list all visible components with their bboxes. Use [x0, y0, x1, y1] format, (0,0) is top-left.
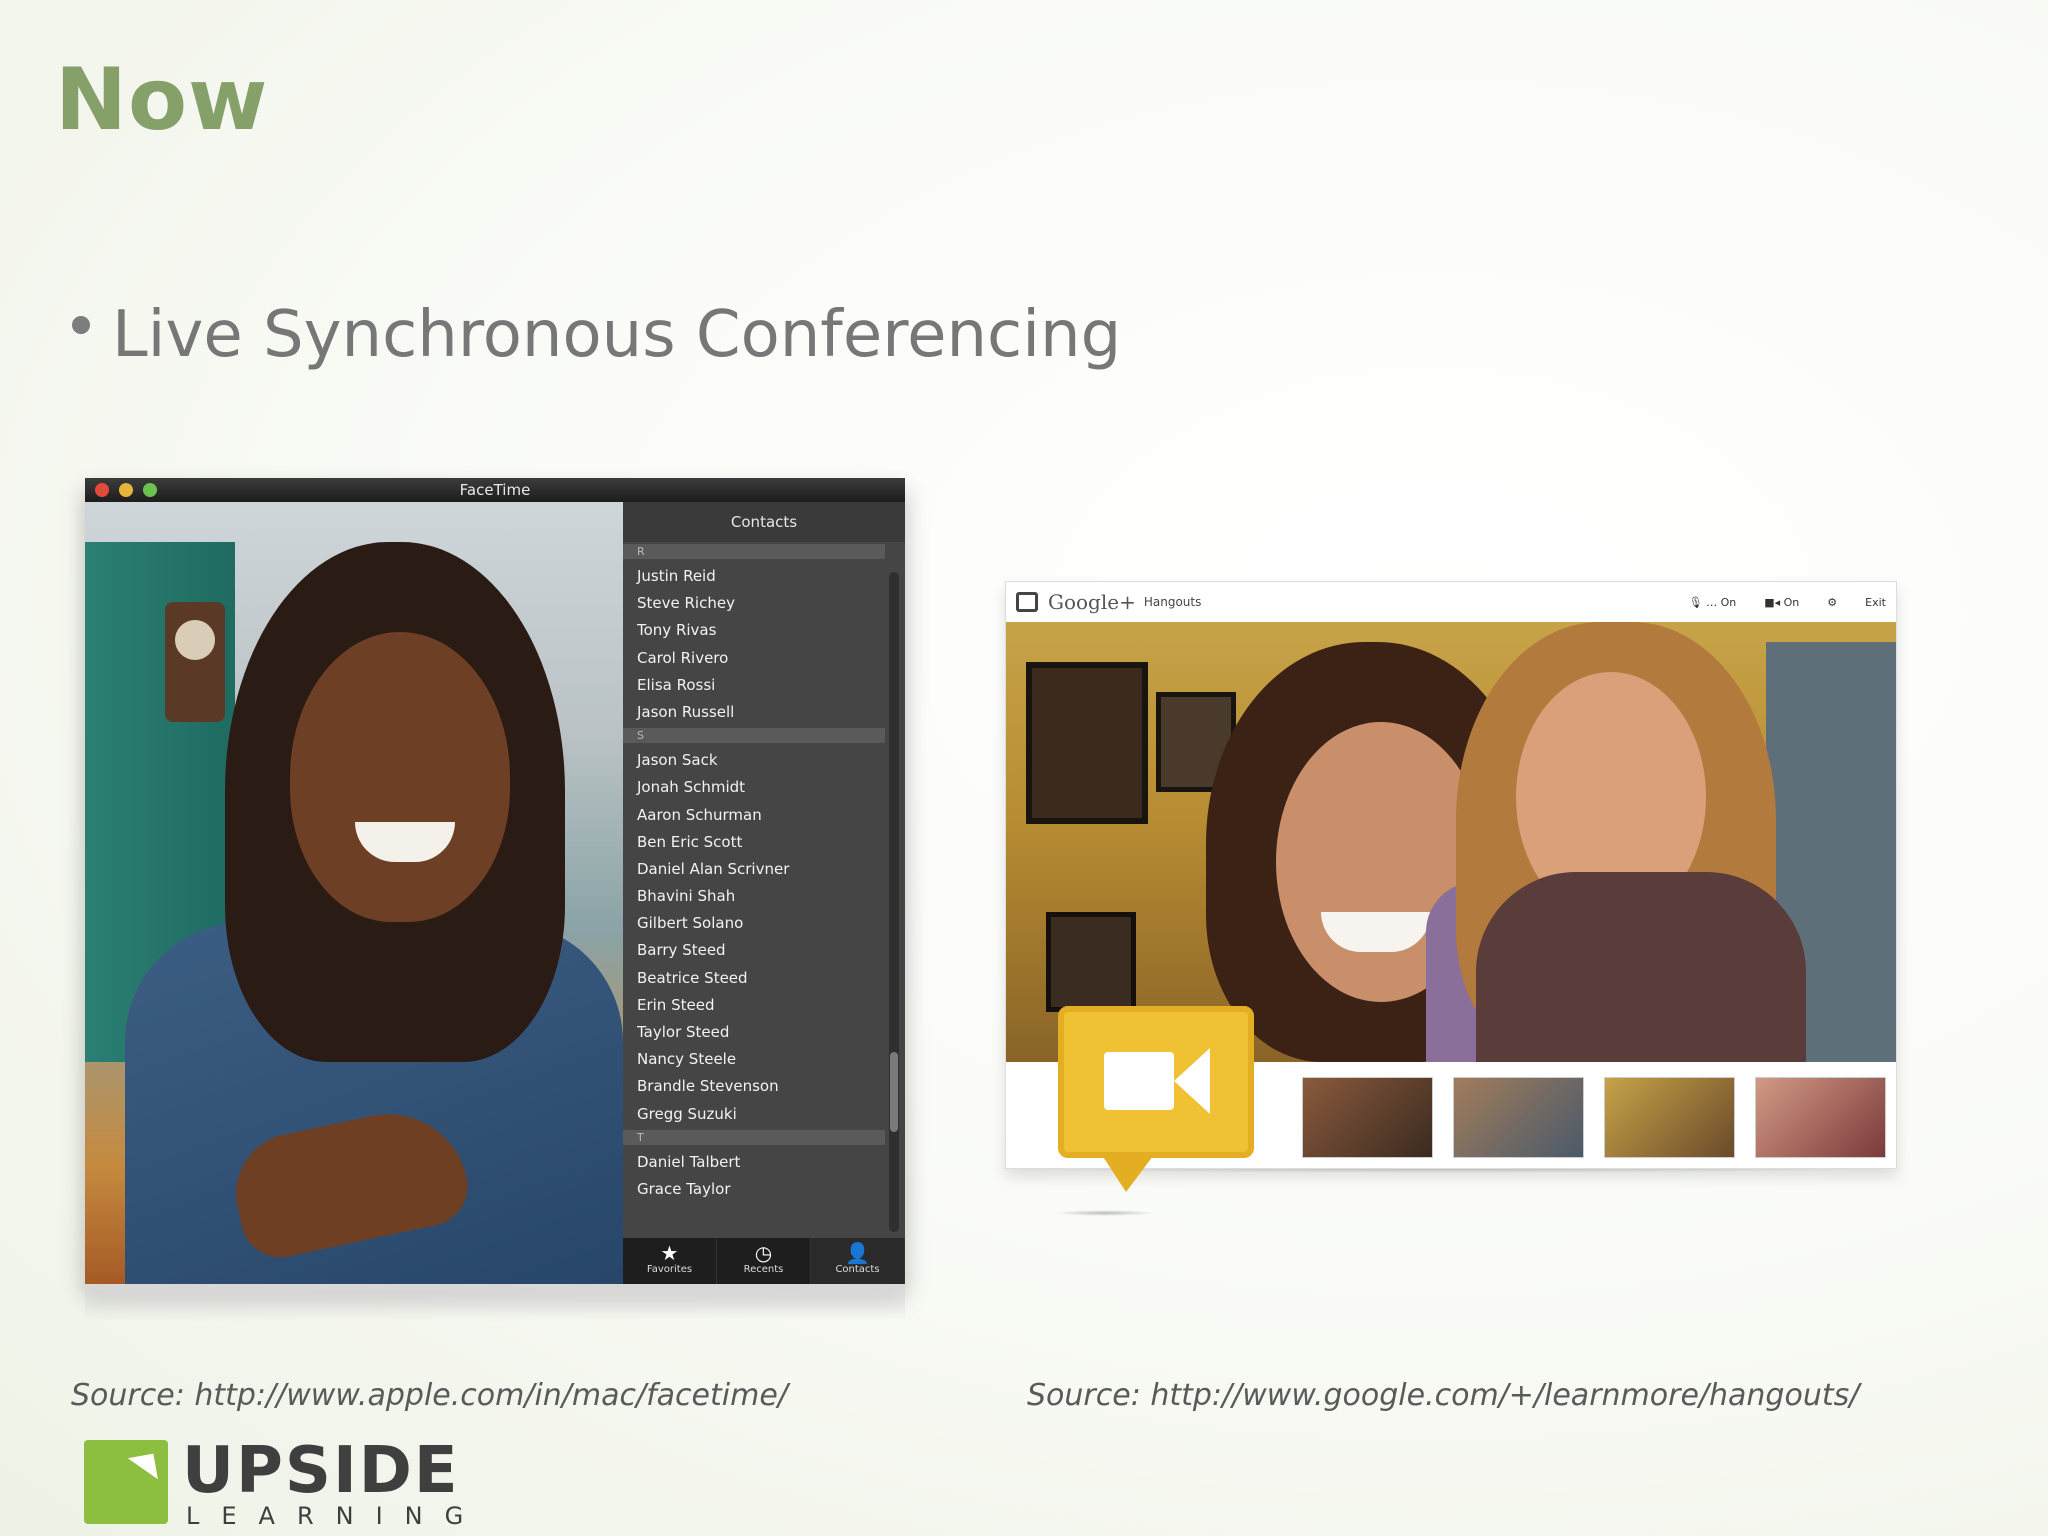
- clock-icon: ◷: [754, 1241, 773, 1265]
- zoom-window-icon: [143, 483, 157, 497]
- contact-item[interactable]: Nancy Steele: [623, 1046, 885, 1073]
- star-icon: ★: [660, 1241, 679, 1265]
- contact-item[interactable]: Barry Steed: [623, 937, 885, 964]
- contact-item[interactable]: Carol Rivero: [623, 645, 885, 672]
- contact-item[interactable]: Erin Steed: [623, 992, 885, 1019]
- facetime-tab-bar: ★ Favorites ◷ Recents 👤 Contacts: [623, 1238, 905, 1284]
- contact-item[interactable]: Gregg Suzuki: [623, 1101, 885, 1128]
- contacts-scrollbar[interactable]: [889, 572, 899, 1232]
- participant-thumbnails: [1302, 1077, 1886, 1158]
- contact-item[interactable]: Brandle Stevenson: [623, 1073, 885, 1100]
- upside-logo-mark-icon: [84, 1440, 168, 1524]
- tab-favorites[interactable]: ★ Favorites: [623, 1238, 717, 1284]
- bullet-dot: [72, 316, 90, 334]
- video-camera-lens-icon: [1174, 1048, 1210, 1114]
- contact-item[interactable]: Justin Reid: [623, 563, 885, 590]
- contact-item[interactable]: Daniel Alan Scrivner: [623, 856, 885, 883]
- contact-item[interactable]: Ben Eric Scott: [623, 829, 885, 856]
- video-camera-icon: [1104, 1052, 1174, 1110]
- hangouts-window: Google+ Hangouts 🎙 … On ■◂ On ⚙ Exit: [1005, 581, 1897, 1192]
- contact-item[interactable]: Aaron Schurman: [623, 802, 885, 829]
- window-controls: [95, 483, 157, 497]
- mic-label: On: [1720, 595, 1737, 609]
- facetime-video-feed: [85, 502, 623, 1284]
- source-hangouts: Source: http://www.google.com/+/learnmor…: [1027, 1378, 1860, 1413]
- facetime-title: FaceTime: [459, 481, 531, 499]
- hangouts-header: Google+ Hangouts 🎙 … On ■◂ On ⚙ Exit: [1006, 582, 1896, 623]
- contact-item[interactable]: Bhavini Shah: [623, 883, 885, 910]
- gear-icon: ⚙: [1827, 595, 1838, 609]
- bubble-shadow: [1055, 1210, 1155, 1216]
- facetime-titlebar: FaceTime: [85, 478, 905, 502]
- scrollbar-thumb[interactable]: [890, 1052, 898, 1132]
- person-icon: 👤: [845, 1241, 870, 1265]
- tab-label: Contacts: [835, 1264, 880, 1275]
- participant-thumbnail[interactable]: [1604, 1077, 1735, 1158]
- contacts-section-header: R: [623, 544, 885, 559]
- camera-toggle[interactable]: ■◂ On: [1764, 596, 1799, 609]
- hangouts-video-bubble-icon: [1058, 1006, 1254, 1192]
- close-window-icon: [95, 483, 109, 497]
- contact-item[interactable]: Taylor Steed: [623, 1019, 885, 1046]
- logo-main-text: UPSIDE: [182, 1434, 460, 1508]
- participant-thumbnail[interactable]: [1453, 1077, 1584, 1158]
- video-wall-frame: [1026, 662, 1148, 824]
- hangouts-brand: Google+: [1048, 590, 1136, 614]
- upside-learning-logo: UPSIDE LEARNING: [84, 1434, 486, 1530]
- contacts-section-header: T: [623, 1129, 885, 1145]
- contacts-section-header: S: [623, 728, 885, 744]
- contact-item[interactable]: Daniel Talbert: [623, 1149, 885, 1176]
- video-person-face: [290, 632, 510, 922]
- source-facetime: Source: http://www.apple.com/in/mac/face…: [71, 1378, 788, 1413]
- mic-toggle[interactable]: 🎙 … On: [1689, 596, 1737, 609]
- exit-button[interactable]: Exit: [1865, 596, 1886, 609]
- contact-item[interactable]: Jason Sack: [623, 747, 885, 774]
- hangouts-controls: 🎙 … On ■◂ On ⚙ Exit: [1689, 596, 1886, 609]
- contact-item[interactable]: Grace Taylor: [623, 1176, 885, 1203]
- participant-thumbnail[interactable]: [1755, 1077, 1886, 1158]
- hangouts-main-video: [1006, 622, 1896, 1062]
- video-person-sweater: [1476, 872, 1806, 1062]
- microphone-icon: 🎙 …: [1688, 595, 1721, 609]
- participant-thumbnail[interactable]: [1302, 1077, 1433, 1158]
- contacts-header: Contacts: [623, 502, 905, 542]
- camera-label: On: [1783, 595, 1800, 609]
- contact-item[interactable]: Jason Russell: [623, 699, 885, 726]
- video-background-clock: [165, 602, 225, 722]
- slide-title: Now: [55, 50, 269, 150]
- logo-text: UPSIDE LEARNING: [182, 1434, 486, 1530]
- settings-button[interactable]: ⚙: [1827, 596, 1837, 609]
- bullet-item: Live Synchronous Conferencing: [72, 298, 1121, 372]
- contact-item[interactable]: Tony Rivas: [623, 617, 885, 644]
- hangouts-chat-icon: [1016, 592, 1038, 612]
- facetime-window: FaceTime Contacts R Justin Reid Steve Rich…: [85, 478, 905, 1284]
- bullet-text: Live Synchronous Conferencing: [112, 298, 1122, 372]
- video-wall-frame: [1046, 912, 1136, 1012]
- contact-item[interactable]: Steve Richey: [623, 590, 885, 617]
- tab-contacts[interactable]: 👤 Contacts: [811, 1238, 905, 1284]
- logo-sub-text: LEARNING: [186, 1502, 486, 1530]
- contact-item[interactable]: Jonah Schmidt: [623, 774, 885, 801]
- contact-item[interactable]: Gilbert Solano: [623, 910, 885, 937]
- hangouts-product: Hangouts: [1143, 595, 1202, 609]
- tab-label: Recents: [743, 1264, 784, 1275]
- tab-label: Favorites: [646, 1264, 693, 1275]
- facetime-reflection: [85, 1284, 905, 1320]
- tab-recents[interactable]: ◷ Recents: [717, 1238, 811, 1284]
- facetime-contacts-panel: Contacts R Justin Reid Steve Richey Tony Ri…: [623, 502, 905, 1284]
- camera-icon: ■◂: [1764, 595, 1784, 609]
- contacts-list: R Justin Reid Steve Richey Tony Rivas Carol …: [623, 542, 885, 1220]
- contact-item[interactable]: Beatrice Steed: [623, 965, 885, 992]
- minimize-window-icon: [119, 483, 133, 497]
- contact-item[interactable]: Elisa Rossi: [623, 672, 885, 699]
